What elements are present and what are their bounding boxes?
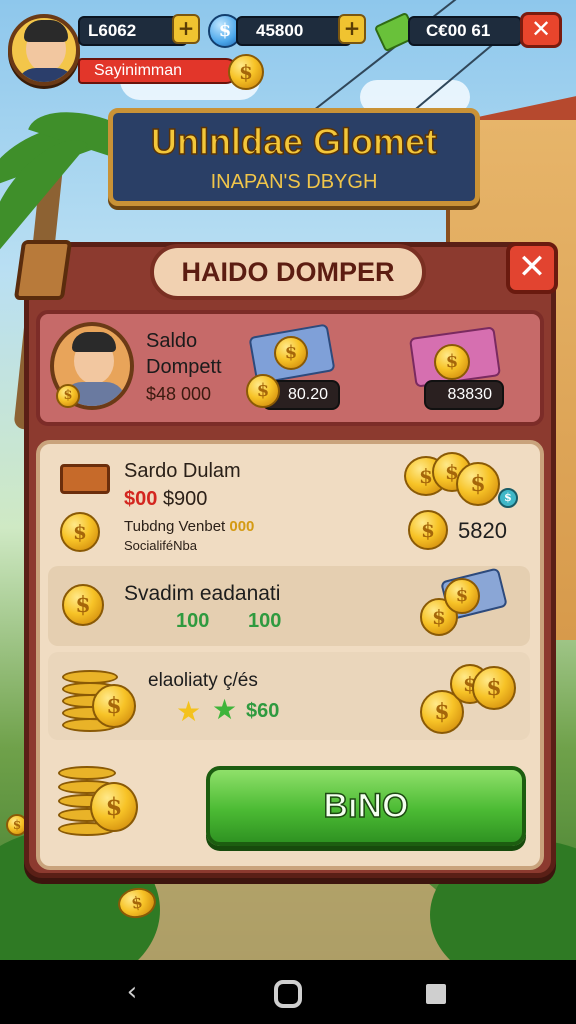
offer-1-desc-text: Tubdng Venbet: [124, 518, 226, 535]
avatar-hair: [72, 332, 116, 352]
coin-icon: [472, 666, 516, 710]
add-currency-1-button[interactable]: +: [172, 14, 200, 44]
banner-title: Unlnldae Glomet: [150, 120, 438, 163]
offer-3-value: $60: [246, 700, 280, 722]
gem-icon: [498, 488, 518, 508]
banner-subtitle: INAPAN'S DBYGH: [210, 171, 378, 193]
home-icon[interactable]: [274, 980, 302, 1008]
title-banner: Unlnldae Glomet INAPAN'S DBYGH: [108, 108, 480, 206]
panel-title: HAIDO DOMPER: [150, 244, 426, 300]
offer-1-price-old: $00: [124, 488, 158, 510]
profile-balance: $48 000: [146, 384, 212, 404]
offer-2-title: Svadim eadanati: [124, 582, 281, 605]
avatar-hair: [24, 20, 68, 42]
recent-apps-icon[interactable]: [426, 984, 446, 1004]
coin-stack: [58, 766, 116, 780]
back-icon[interactable]: ‹: [118, 978, 146, 1006]
offer-2-value-2: 100: [248, 610, 282, 632]
coin-icon: [228, 54, 264, 90]
offer-1-price-new: $900: [162, 488, 208, 510]
profile-name: Saldo Dompett: [146, 328, 222, 380]
panel-close-button[interactable]: ✕: [506, 242, 558, 294]
coin-icon: [56, 384, 80, 408]
coin-icon: [456, 462, 500, 506]
brick-icon: [60, 464, 110, 494]
offer-1-title: Sardo Dulam: [124, 460, 241, 482]
offer-1-subtext: SocialiféNba: [124, 538, 197, 553]
player-name-bar: Sayinimman: [78, 58, 238, 84]
coin-icon: [434, 344, 470, 380]
coin-icon: [62, 584, 104, 626]
player-avatar[interactable]: [8, 14, 80, 86]
add-currency-2-button[interactable]: +: [338, 14, 366, 44]
offer-1-desc-highlight: 000: [229, 518, 255, 535]
coin-icon: [246, 374, 280, 408]
coin-icon: [274, 336, 308, 370]
offer-1-amount: 5820: [458, 518, 507, 543]
offer-3-title: elaoliaty ç/és: [148, 670, 258, 691]
hud-close-button[interactable]: ✕: [520, 12, 562, 48]
star-icon: ★: [176, 695, 202, 728]
offer-1-description: Tubdng Venbet 000: [124, 518, 254, 535]
offer-1-price: $00 $900: [124, 488, 207, 511]
profile-pill-2: 83830: [424, 380, 504, 410]
currency-counter-2: 45800: [236, 16, 352, 46]
profile-name-line1: Saldo: [146, 330, 198, 352]
panel-corner-ornament: [13, 240, 73, 300]
currency-counter-3: C€00 61: [408, 16, 522, 46]
buy-button[interactable]: BıNO: [206, 766, 526, 846]
coin-stack: [62, 670, 118, 684]
coin-icon: [90, 782, 138, 832]
coin-icon: [408, 510, 448, 550]
star-icon: ★: [212, 693, 238, 726]
coin-icon: [60, 512, 100, 552]
profile-name-line2: Dompett: [146, 356, 222, 378]
coin-icon: [92, 684, 136, 728]
offer-2-value-1: 100: [176, 610, 210, 632]
coin-icon: [444, 578, 480, 614]
